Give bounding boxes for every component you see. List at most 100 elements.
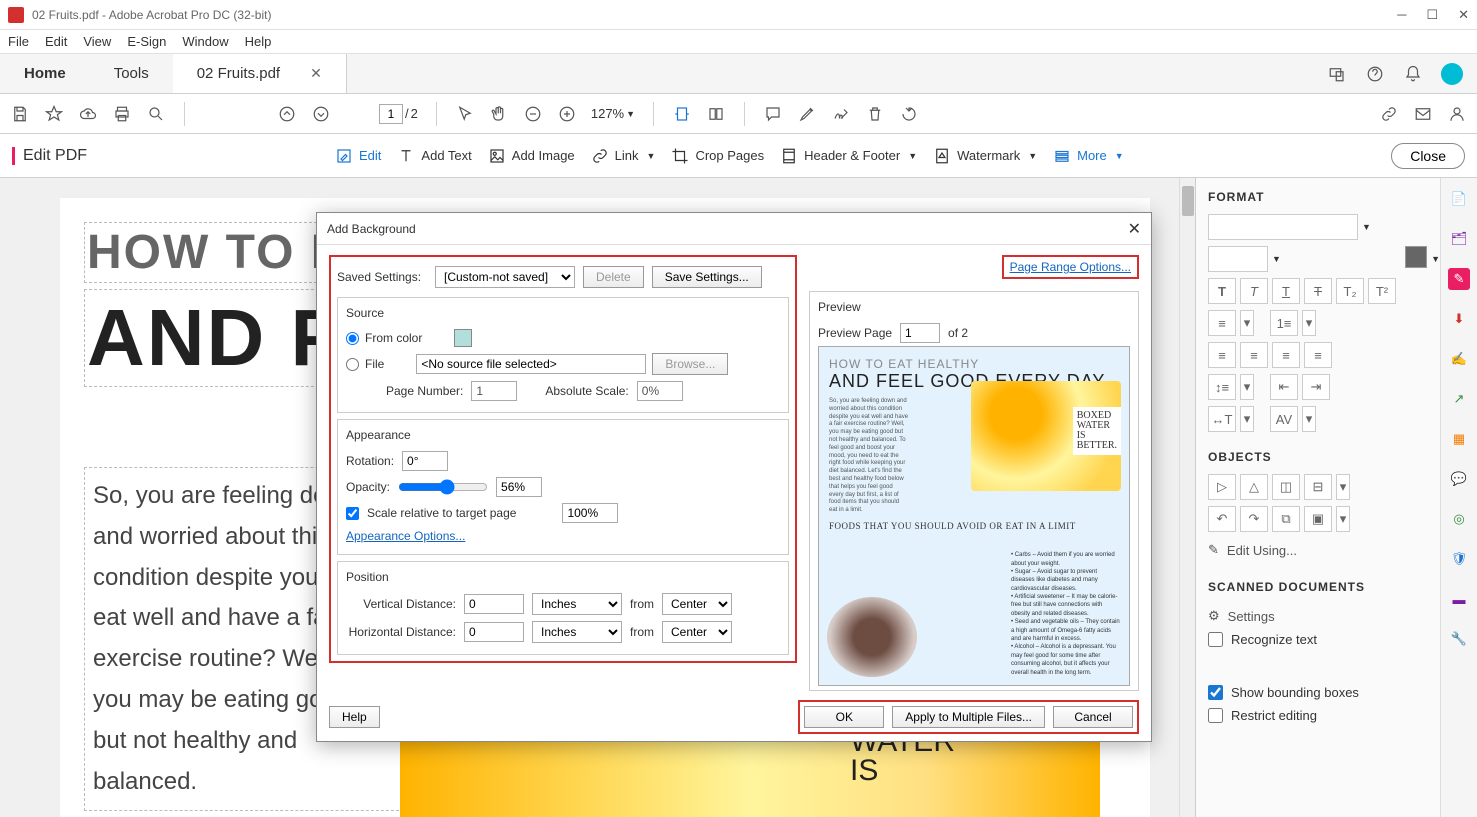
align-justify-button[interactable]: ≡ — [1304, 342, 1332, 368]
menu-help[interactable]: Help — [245, 34, 272, 49]
add-text-tool[interactable]: Add Text — [389, 143, 479, 169]
font-size-select[interactable] — [1208, 246, 1268, 272]
doc-heading-2[interactable]: AND F — [84, 289, 344, 387]
more-tool[interactable]: More▼ — [1045, 143, 1132, 169]
maximize-button[interactable]: ☐ — [1426, 7, 1438, 23]
share-icon[interactable]: ↗ — [1448, 388, 1470, 410]
from-color-radio[interactable] — [346, 332, 359, 345]
cloud-upload-icon[interactable] — [78, 104, 98, 124]
preview-page-input[interactable] — [900, 323, 940, 343]
bullet-list-button[interactable]: ≡ — [1208, 310, 1236, 336]
source-color-swatch[interactable] — [454, 329, 472, 347]
hand-icon[interactable] — [489, 104, 509, 124]
font-select[interactable] — [1208, 214, 1358, 240]
superscript-button[interactable]: T₂ — [1336, 278, 1364, 304]
highlight-icon[interactable] — [797, 104, 817, 124]
page-up-icon[interactable] — [277, 104, 297, 124]
flip-v-button[interactable]: △ — [1240, 474, 1268, 500]
ok-button[interactable]: OK — [804, 706, 884, 728]
underline-button[interactable]: T — [1272, 278, 1300, 304]
minimize-button[interactable]: ─ — [1397, 7, 1406, 23]
recognize-text-checkbox[interactable] — [1208, 632, 1223, 647]
italic-button[interactable]: T — [1240, 278, 1268, 304]
opacity-input[interactable] — [496, 477, 542, 497]
settings-link[interactable]: ⚙Settings — [1208, 604, 1440, 628]
watermark-tool[interactable]: Watermark▼ — [925, 143, 1045, 169]
fill-sign-icon[interactable]: ✍ — [1448, 348, 1470, 370]
strike-button[interactable]: T — [1304, 278, 1332, 304]
scale-percent-input[interactable] — [562, 503, 618, 523]
align-center-button[interactable]: ≡ — [1240, 342, 1268, 368]
star-icon[interactable] — [44, 104, 64, 124]
cancel-button[interactable]: Cancel — [1053, 706, 1133, 728]
page-down-icon[interactable] — [311, 104, 331, 124]
vdist-anchor-select[interactable]: Center — [662, 593, 732, 615]
more-tools-icon[interactable]: 🔧 — [1448, 628, 1470, 650]
protect-icon[interactable]: 🛡 — [1448, 548, 1470, 570]
vertical-scrollbar[interactable] — [1179, 178, 1195, 817]
flip-h-button[interactable]: ▷ — [1208, 474, 1236, 500]
export-icon[interactable]: ⬇ — [1448, 308, 1470, 330]
page-display-icon[interactable] — [706, 104, 726, 124]
scan-icon[interactable]: ◎ — [1448, 508, 1470, 530]
tab-home[interactable]: Home — [0, 54, 90, 93]
link-tool[interactable]: Link▼ — [583, 143, 664, 169]
char-spacing-button[interactable]: AV — [1270, 406, 1298, 432]
page-range-options-link[interactable]: Page Range Options... — [1010, 260, 1131, 274]
create-pdf-icon[interactable]: 📄 — [1448, 188, 1470, 210]
organize-icon[interactable]: ▦ — [1448, 428, 1470, 450]
pointer-icon[interactable] — [455, 104, 475, 124]
save-settings-button[interactable]: Save Settings... — [652, 266, 762, 288]
add-image-tool[interactable]: Add Image — [480, 143, 583, 169]
color-swatch[interactable] — [1405, 246, 1427, 268]
spacing-dropdown[interactable]: ▾ — [1240, 374, 1254, 400]
combine-icon[interactable]: 🗂 — [1448, 228, 1470, 250]
browse-button[interactable]: Browse... — [652, 353, 728, 375]
close-window-button[interactable]: ✕ — [1458, 7, 1469, 23]
opacity-slider[interactable] — [398, 479, 488, 495]
device-icon[interactable] — [1327, 64, 1347, 84]
number-list-button[interactable]: 1≡ — [1270, 310, 1298, 336]
bullet-dropdown[interactable]: ▾ — [1240, 310, 1254, 336]
crop-button[interactable]: ◫ — [1272, 474, 1300, 500]
edit-using-link[interactable]: ✎Edit Using... — [1208, 538, 1440, 562]
vdist-input[interactable] — [464, 594, 524, 614]
align-objects-button[interactable]: ⊟ — [1304, 474, 1332, 500]
edit-pdf-icon[interactable]: ✎ — [1448, 268, 1470, 290]
horizontal-scale-button[interactable]: ↔T — [1208, 406, 1236, 432]
zoom-level[interactable]: 127% ▼ — [591, 106, 635, 121]
comment-icon[interactable] — [763, 104, 783, 124]
menu-view[interactable]: View — [83, 34, 111, 49]
rotation-input[interactable] — [402, 451, 448, 471]
delete-settings-button[interactable]: Delete — [583, 266, 644, 288]
crop-tool[interactable]: Crop Pages — [663, 143, 772, 169]
hdist-unit-select[interactable]: Inches — [532, 621, 622, 643]
bold-button[interactable]: T — [1208, 278, 1236, 304]
help-button[interactable]: Help — [329, 706, 380, 728]
tab-close-icon[interactable]: ✕ — [310, 65, 322, 82]
restrict-editing-checkbox[interactable] — [1208, 708, 1223, 723]
hdist-anchor-select[interactable]: Center — [662, 621, 732, 643]
help-icon[interactable] — [1365, 64, 1385, 84]
apply-multiple-button[interactable]: Apply to Multiple Files... — [892, 706, 1045, 728]
subscript-button[interactable]: T² — [1368, 278, 1396, 304]
menu-esign[interactable]: E-Sign — [127, 34, 166, 49]
source-file-input[interactable] — [416, 354, 646, 374]
menu-edit[interactable]: Edit — [45, 34, 67, 49]
line-spacing-button[interactable]: ↕≡ — [1208, 374, 1236, 400]
redact-icon[interactable]: ▬ — [1448, 588, 1470, 610]
account-icon[interactable] — [1447, 104, 1467, 124]
page-current-input[interactable] — [379, 104, 403, 124]
email-icon[interactable] — [1413, 104, 1433, 124]
arrange-button[interactable]: ▣ — [1304, 506, 1332, 532]
from-file-radio[interactable] — [346, 358, 359, 371]
saved-settings-select[interactable]: [Custom-not saved] — [435, 266, 575, 288]
vdist-unit-select[interactable]: Inches — [532, 593, 622, 615]
tab-tools[interactable]: Tools — [90, 54, 173, 93]
delete-icon[interactable] — [865, 104, 885, 124]
bell-icon[interactable] — [1403, 64, 1423, 84]
fit-width-icon[interactable] — [672, 104, 692, 124]
zoom-out-icon[interactable] — [523, 104, 543, 124]
dialog-close-icon[interactable]: ✕ — [1128, 219, 1141, 239]
link-share-icon[interactable] — [1379, 104, 1399, 124]
